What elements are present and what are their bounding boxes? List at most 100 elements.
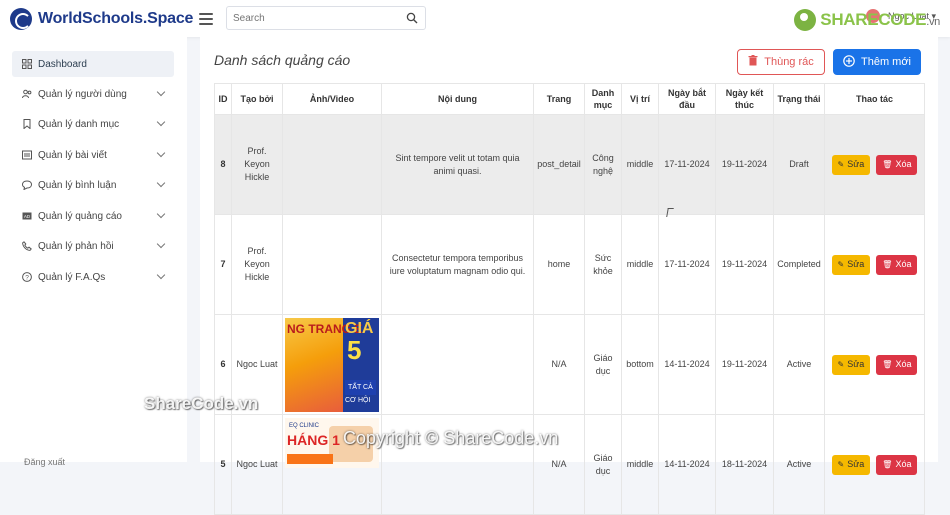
main-panel: Danh sách quảng cáo Thùng rác Thêm mới I… bbox=[200, 37, 938, 515]
article-icon bbox=[22, 150, 32, 160]
cell-position: bottom bbox=[621, 314, 659, 415]
chevron-down-icon bbox=[156, 270, 166, 280]
top-bar: WorldSchools.Space Ngoc Luat ▾ SHARECODE… bbox=[0, 0, 950, 37]
search-input[interactable] bbox=[227, 12, 397, 24]
cell-end-date: 19-11-2024 bbox=[715, 314, 774, 415]
cell-creator: Prof. Keyon Hickle bbox=[231, 114, 283, 215]
ad-icon: AD bbox=[22, 211, 32, 221]
cell-actions: ✎ Sửa 🗑 Xóa bbox=[824, 314, 925, 415]
cell-category: Giáo dục bbox=[584, 314, 622, 415]
sidebar-item-posts[interactable]: Quản lý bài viết bbox=[12, 142, 174, 168]
delete-button[interactable]: 🗑 Xóa bbox=[876, 354, 918, 375]
add-new-button-label: Thêm mới bbox=[861, 56, 911, 68]
logo-text: WorldSchools.Space bbox=[38, 9, 194, 27]
col-end-date[interactable]: Ngày kết thúc bbox=[715, 83, 774, 115]
ads-table: ID Tạo bởi Ảnh/Video Nội dung Trang Danh… bbox=[214, 83, 925, 515]
cell-actions: ✎ Sửa 🗑 Xóa bbox=[824, 214, 925, 315]
svg-text:?: ? bbox=[25, 275, 29, 282]
plus-circle-icon bbox=[843, 54, 855, 70]
col-media[interactable]: Ảnh/Video bbox=[282, 83, 382, 115]
logout-link[interactable]: Đăng xuất bbox=[24, 457, 65, 467]
search-box bbox=[226, 6, 426, 30]
cell-creator: Prof. Keyon Hickle bbox=[231, 214, 283, 315]
cell-start-date: 14-11-2024 bbox=[658, 314, 716, 415]
cell-end-date: 19-11-2024 bbox=[715, 114, 774, 215]
cell-media: NG TRANG E GIÁ 5 TẤT CẢ CƠ HỘI bbox=[282, 314, 382, 415]
cell-id: 5 bbox=[214, 414, 232, 515]
trash-icon: 🗑 bbox=[882, 360, 893, 369]
edit-button[interactable]: ✎ Sửa bbox=[831, 154, 871, 175]
col-content[interactable]: Nội dung bbox=[381, 83, 534, 115]
sidebar-item-label: Quản lý quảng cáo bbox=[38, 210, 122, 222]
logo[interactable]: WorldSchools.Space bbox=[10, 7, 194, 30]
sidebar-item-label: Dashboard bbox=[38, 58, 87, 70]
add-new-button[interactable]: Thêm mới bbox=[833, 49, 921, 75]
edit-button[interactable]: ✎ Sửa bbox=[831, 454, 871, 475]
cell-status: Completed bbox=[773, 214, 825, 315]
sidebar-item-dashboard[interactable]: Dashboard bbox=[12, 51, 174, 77]
cell-content bbox=[381, 314, 534, 415]
cell-content: Sint tempore velit ut totam quia animi q… bbox=[381, 114, 534, 215]
edit-icon: ✎ bbox=[837, 460, 845, 469]
cell-start-date: 17-11-2024 bbox=[658, 114, 716, 215]
grid-icon bbox=[22, 59, 32, 69]
cell-position: middle bbox=[621, 414, 659, 515]
col-creator[interactable]: Tạo bởi bbox=[231, 83, 283, 115]
col-id[interactable]: ID bbox=[214, 83, 232, 115]
cell-status: Active bbox=[773, 314, 825, 415]
edit-button[interactable]: ✎ Sửa bbox=[831, 254, 871, 275]
cell-actions: ✎ Sửa 🗑 Xóa bbox=[824, 414, 925, 515]
sidebar-item-label: Quản lý phản hồi bbox=[38, 240, 114, 252]
sidebar-item-label: Quản lý bình luận bbox=[38, 179, 117, 191]
trash-button[interactable]: Thùng rác bbox=[737, 49, 825, 75]
sidebar-item-label: Quản lý bài viết bbox=[38, 149, 107, 161]
edit-icon: ✎ bbox=[837, 260, 845, 269]
cell-position: middle bbox=[621, 214, 659, 315]
cell-id: 7 bbox=[214, 214, 232, 315]
cell-end-date: 19-11-2024 bbox=[715, 214, 774, 315]
cell-page: N/A bbox=[533, 314, 585, 415]
table-header-row: ID Tạo bởi Ảnh/Video Nội dung Trang Danh… bbox=[214, 83, 925, 115]
cell-status: Active bbox=[773, 414, 825, 515]
menu-toggle-icon[interactable] bbox=[199, 12, 214, 25]
edit-icon: ✎ bbox=[837, 360, 845, 369]
sidebar-item-comments[interactable]: Quản lý bình luận bbox=[12, 172, 174, 198]
sidebar-item-categories[interactable]: Quản lý danh mục bbox=[12, 111, 174, 137]
sharecode-watermark: SHARECODE.vn bbox=[794, 9, 940, 31]
users-icon bbox=[22, 89, 32, 99]
delete-button[interactable]: 🗑 Xóa bbox=[876, 454, 918, 475]
cell-position: middle bbox=[621, 114, 659, 215]
sharecode-logo-icon bbox=[794, 9, 817, 31]
cell-creator: Ngoc Luat bbox=[231, 414, 283, 515]
chevron-down-icon bbox=[156, 178, 166, 188]
cell-category: Sức khỏe bbox=[584, 214, 622, 315]
delete-button[interactable]: 🗑 Xóa bbox=[876, 254, 918, 275]
col-start-date[interactable]: Ngày bắt đầu bbox=[658, 83, 716, 115]
cell-content: Consectetur tempora temporibus iure volu… bbox=[381, 214, 534, 315]
cell-start-date: 17-11-2024 bbox=[658, 214, 716, 315]
col-status[interactable]: Trạng thái bbox=[773, 83, 825, 115]
trash-icon: 🗑 bbox=[882, 260, 893, 269]
sidebar-item-users[interactable]: Quản lý người dùng bbox=[12, 81, 174, 107]
cell-media bbox=[282, 214, 382, 315]
sidebar-item-label: Quản lý danh mục bbox=[38, 118, 120, 130]
table-row[interactable]: 5 Ngoc Luat EQ CLINIC HÁNG 1 N/A Giáo dụ… bbox=[214, 414, 925, 515]
sidebar-item-faqs[interactable]: ? Quản lý F.A.Qs bbox=[12, 264, 174, 290]
chevron-down-icon bbox=[156, 87, 166, 97]
edit-button[interactable]: ✎ Sửa bbox=[831, 354, 871, 375]
sidebar-item-ads[interactable]: AD Quản lý quảng cáo bbox=[12, 203, 174, 229]
sidebar-item-feedback[interactable]: Quản lý phản hồi bbox=[12, 233, 174, 259]
search-icon[interactable] bbox=[406, 12, 418, 24]
col-page[interactable]: Trang bbox=[533, 83, 585, 115]
table-row[interactable]: 8 Prof. Keyon Hickle Sint tempore velit … bbox=[214, 114, 925, 215]
chevron-down-icon bbox=[156, 209, 166, 219]
table-row[interactable]: 6 Ngoc Luat NG TRANG E GIÁ 5 TẤT CẢ CƠ H… bbox=[214, 314, 925, 415]
col-category[interactable]: Danh mục bbox=[584, 83, 622, 115]
table-row[interactable]: 7 Prof. Keyon Hickle Consectetur tempora… bbox=[214, 214, 925, 315]
question-icon: ? bbox=[22, 272, 32, 282]
watermark-left: ShareCode.vn bbox=[144, 394, 259, 413]
cell-actions: ✎ Sửa 🗑 Xóa bbox=[824, 114, 925, 215]
delete-button[interactable]: 🗑 Xóa bbox=[876, 154, 918, 175]
col-position[interactable]: Vị trí bbox=[621, 83, 659, 115]
ad-image[interactable]: NG TRANG E GIÁ 5 TẤT CẢ CƠ HỘI bbox=[285, 318, 379, 412]
